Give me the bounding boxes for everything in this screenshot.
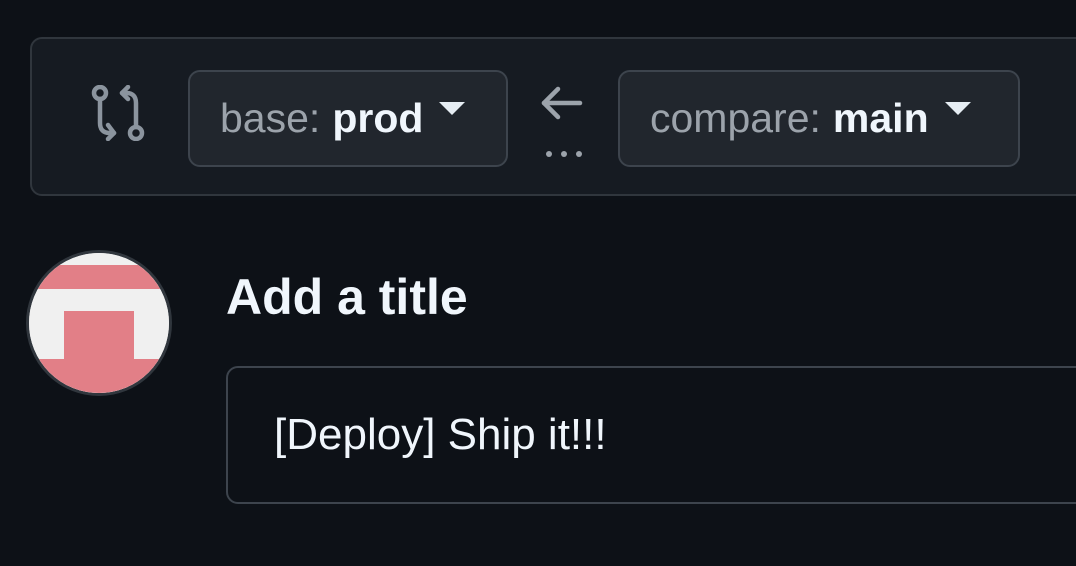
title-input[interactable] xyxy=(226,366,1076,504)
title-label: Add a title xyxy=(226,269,468,325)
compare-branch-select[interactable]: compare: main xyxy=(618,70,1020,167)
kebab-horizontal-icon xyxy=(546,151,582,157)
base-branch-name: prod xyxy=(332,95,424,141)
caret-down-icon xyxy=(439,102,466,115)
compare-branch-name: main xyxy=(832,95,929,141)
base-branch-select[interactable]: base: prod xyxy=(188,70,508,167)
branch-compare-bar: base: prod compare: main xyxy=(30,37,1076,196)
compare-direction xyxy=(536,83,586,163)
git-compare-icon xyxy=(90,84,146,142)
base-branch-prefix: base: xyxy=(220,95,321,141)
arrow-left-icon xyxy=(538,83,584,123)
identicon-avatar xyxy=(29,253,169,393)
avatar[interactable] xyxy=(26,250,172,396)
compare-branch-prefix: compare: xyxy=(650,95,821,141)
caret-down-icon xyxy=(944,102,971,115)
